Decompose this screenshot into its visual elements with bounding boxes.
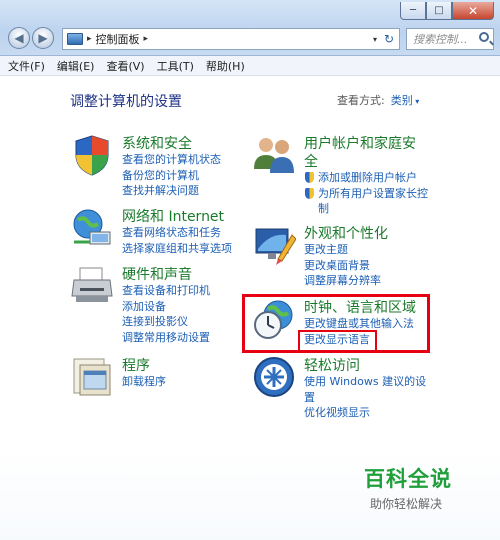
- back-button[interactable]: ◀: [8, 27, 30, 49]
- forward-arrow-icon: ▶: [38, 31, 48, 45]
- breadcrumb-separator-icon[interactable]: ▸: [87, 34, 92, 44]
- minimize-button[interactable]: ─: [400, 2, 426, 20]
- window-controls: ─ □ ✕: [400, 2, 494, 20]
- category-title[interactable]: 轻松访问: [304, 355, 360, 375]
- menu-help[interactable]: 帮助(H): [206, 58, 245, 74]
- search-icon[interactable]: [479, 32, 489, 42]
- programs-icon: [73, 358, 111, 396]
- watermark-title: 百科全说: [364, 467, 452, 491]
- users-icon: [254, 138, 294, 173]
- breadcrumb-separator-icon[interactable]: ▸: [144, 34, 149, 44]
- menu-bar: 文件(F) 编辑(E) 查看(V) 工具(T) 帮助(H): [0, 56, 500, 76]
- view-by: 查看方式: 类别: [337, 92, 419, 108]
- appearance-icon: [255, 228, 296, 265]
- network-globe-icon: [73, 209, 111, 245]
- maximize-button[interactable]: □: [426, 2, 452, 20]
- link-desktop-background[interactable]: 更改桌面背景: [304, 258, 381, 274]
- address-dropdown-icon[interactable]: ▾: [373, 35, 377, 44]
- link-optimize-video[interactable]: 优化视频显示: [304, 405, 426, 421]
- link-homegroup-sharing[interactable]: 选择家庭组和共享选项: [122, 241, 232, 257]
- breadcrumb-control-panel[interactable]: 控制面板: [96, 31, 140, 47]
- link-add-remove-accounts[interactable]: 添加或删除用户帐户: [304, 170, 428, 186]
- watermark: 百科全说 助你轻松解决: [364, 463, 474, 512]
- menu-edit[interactable]: 编辑(E): [57, 58, 95, 74]
- shield-icon: [75, 135, 109, 176]
- menu-view[interactable]: 查看(V): [106, 58, 144, 74]
- highlight-box-display-language: [298, 330, 377, 352]
- menu-file[interactable]: 文件(F): [8, 58, 45, 74]
- link-troubleshoot[interactable]: 查找并解决问题: [122, 183, 221, 199]
- view-by-label: 查看方式:: [337, 94, 385, 107]
- category-title[interactable]: 外观和个性化: [304, 223, 388, 243]
- category-title[interactable]: 用户帐户和家庭安: [304, 133, 416, 153]
- ease-of-access-icon: [254, 357, 294, 397]
- link-uninstall-program[interactable]: 卸载程序: [122, 374, 166, 390]
- back-arrow-icon: ◀: [14, 31, 24, 45]
- link-parental-controls-continued[interactable]: 制: [304, 201, 428, 217]
- search-input[interactable]: 搜索控制...: [406, 28, 494, 50]
- search-placeholder: 搜索控制...: [413, 33, 468, 46]
- link-connect-projector[interactable]: 连接到投影仪: [122, 314, 210, 330]
- forward-button[interactable]: ▶: [32, 27, 54, 49]
- watermark-subtitle: 助你轻松解决: [370, 497, 443, 511]
- link-screen-resolution[interactable]: 调整屏幕分辨率: [304, 273, 381, 289]
- category-title[interactable]: 网络和 Internet: [122, 206, 224, 226]
- category-title-continued[interactable]: 全: [304, 151, 318, 171]
- view-by-dropdown[interactable]: 类别: [391, 94, 420, 107]
- link-parental-controls[interactable]: 为所有用户设置家长控: [304, 186, 428, 202]
- link-add-device[interactable]: 添加设备: [122, 299, 210, 315]
- control-panel-icon: [67, 33, 83, 45]
- window-titlebar: ─ □ ✕ ◀ ▶ ▸ 控制面板 ▸ ▾ ↻ 搜索控制...: [0, 0, 500, 56]
- link-change-theme[interactable]: 更改主题: [304, 242, 381, 258]
- link-windows-suggestions-continued[interactable]: 置: [304, 390, 426, 406]
- link-mobility-settings[interactable]: 调整常用移动设置: [122, 330, 210, 346]
- link-view-computer-status[interactable]: 查看您的计算机状态: [122, 152, 221, 168]
- category-title[interactable]: 系统和安全: [122, 133, 192, 153]
- refresh-icon[interactable]: ↻: [384, 32, 394, 46]
- link-devices-printers[interactable]: 查看设备和打印机: [122, 283, 210, 299]
- printer-icon: [71, 267, 113, 302]
- link-windows-suggestions[interactable]: 使用 Windows 建议的设: [304, 374, 426, 390]
- category-title[interactable]: 硬件和声音: [122, 264, 192, 284]
- menu-tools[interactable]: 工具(T): [157, 58, 194, 74]
- address-bar[interactable]: ▸ 控制面板 ▸ ▾ ↻: [62, 28, 400, 50]
- control-panel-content: 调整计算机的设置 查看方式: 类别 系统和安全 查看您的计算机状态 备份您的计算机…: [0, 77, 500, 540]
- close-button[interactable]: ✕: [452, 2, 494, 20]
- page-title: 调整计算机的设置: [70, 94, 182, 110]
- link-backup-computer[interactable]: 备份您的计算机: [122, 168, 221, 184]
- link-network-status[interactable]: 查看网络状态和任务: [122, 225, 232, 241]
- category-title[interactable]: 程序: [122, 355, 150, 375]
